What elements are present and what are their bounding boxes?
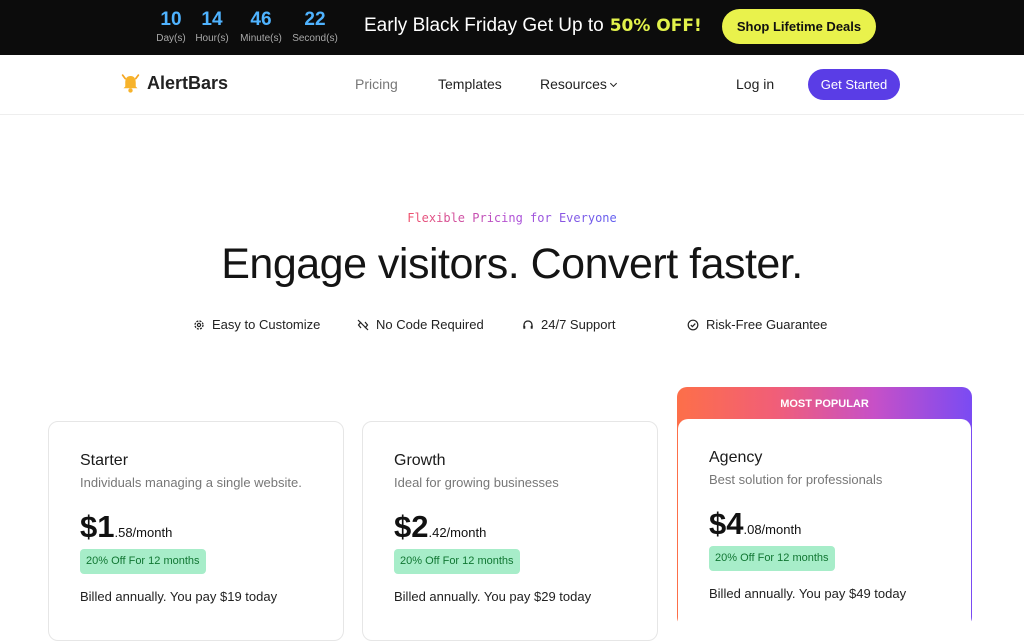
countdown-label: Minute(s)	[240, 33, 282, 44]
promo-bar: 10 Day(s) 14 Hour(s) 46 Minute(s) 22 Sec…	[0, 0, 1024, 55]
price-cents: .42/month	[428, 525, 487, 540]
plan-card-growth: Growth Ideal for growing businesses $2.4…	[362, 421, 658, 641]
countdown-value: 22	[304, 9, 326, 30]
nav-pricing[interactable]: Pricing	[355, 76, 398, 92]
countdown-value: 14	[201, 9, 223, 30]
plan-price: $2.42/month	[394, 509, 486, 545]
nav-templates[interactable]: Templates	[438, 76, 502, 92]
price-cents: .08/month	[743, 522, 802, 537]
plan-description: Ideal for growing businesses	[394, 475, 559, 490]
feature-no-code: No Code Required	[357, 317, 484, 332]
discount-badge: 20% Off For 12 months	[394, 549, 520, 574]
plan-name: Growth	[394, 452, 446, 469]
headset-icon	[523, 319, 533, 329]
eyebrow: Flexible Pricing for Everyone	[0, 211, 1024, 225]
eyebrow-text: Flexible Pricing for Everyone	[407, 211, 617, 225]
billing-note: Billed annually. You pay $29 today	[394, 589, 592, 604]
logo-text: AlertBars	[147, 72, 229, 93]
nav-resources[interactable]: Resources	[540, 76, 617, 92]
plan-price: $4.08/month	[709, 506, 801, 542]
check-circle-icon	[687, 319, 699, 330]
top-navigation: AlertBars Pricing Templates Resources Lo…	[0, 55, 1024, 115]
feature-support: 24/7 Support	[522, 317, 615, 332]
price-dollars: $2	[394, 509, 429, 544]
countdown-hours: 14 Hour(s)	[187, 10, 237, 45]
countdown-value: 46	[250, 9, 272, 30]
plan-card-agency: Agency Best solution for professionals $…	[678, 419, 971, 639]
feature-label: Risk-Free Guarantee	[706, 317, 828, 332]
plan-name: Starter	[80, 452, 129, 469]
countdown-label: Hour(s)	[195, 33, 229, 44]
price-cents: .58/month	[114, 525, 173, 540]
discount-badge: 20% Off For 12 months	[80, 549, 206, 574]
chevron-down-icon	[609, 79, 617, 88]
billing-note: Billed annually. You pay $49 today	[709, 586, 907, 601]
promo-message: Early Black Friday Get Up to 50% OFF!	[364, 14, 702, 38]
logo[interactable]: AlertBars	[120, 71, 228, 95]
feature-easy-customize: Easy to Customize	[193, 317, 320, 332]
billing-note: Billed annually. You pay $19 today	[80, 589, 278, 604]
page-title: Engage visitors. Convert faster.	[221, 240, 803, 288]
plan-description: Individuals managing a single website.	[80, 475, 302, 490]
feature-label: No Code Required	[376, 317, 484, 332]
promo-discount: 50% OFF!	[609, 16, 702, 36]
gear-icon	[194, 319, 204, 330]
plan-price: $1.58/month	[80, 509, 172, 545]
promo-text: Early Black Friday Get Up to	[364, 15, 604, 36]
login-link[interactable]: Log in	[736, 76, 774, 92]
countdown-label: Second(s)	[292, 33, 338, 44]
feature-label: 24/7 Support	[541, 317, 616, 332]
countdown-minutes: 46 Minute(s)	[236, 10, 286, 45]
nav-resources-label: Resources	[540, 76, 607, 92]
discount-badge: 20% Off For 12 months	[709, 546, 835, 571]
bell-icon	[121, 74, 140, 93]
price-dollars: $1	[80, 509, 115, 544]
countdown-seconds: 22 Second(s)	[290, 10, 340, 45]
feature-label: Easy to Customize	[212, 317, 321, 332]
plan-description: Best solution for professionals	[709, 472, 883, 487]
shop-lifetime-deals-button[interactable]: Shop Lifetime Deals	[722, 9, 876, 44]
plan-card-starter: Starter Individuals managing a single we…	[48, 421, 344, 641]
no-code-icon	[357, 319, 369, 330]
most-popular-label: MOST POPULAR	[780, 398, 869, 410]
price-dollars: $4	[709, 506, 744, 541]
plan-name: Agency	[709, 449, 763, 466]
feature-guarantee: Risk-Free Guarantee	[687, 317, 827, 332]
get-started-button[interactable]: Get Started	[808, 69, 900, 100]
